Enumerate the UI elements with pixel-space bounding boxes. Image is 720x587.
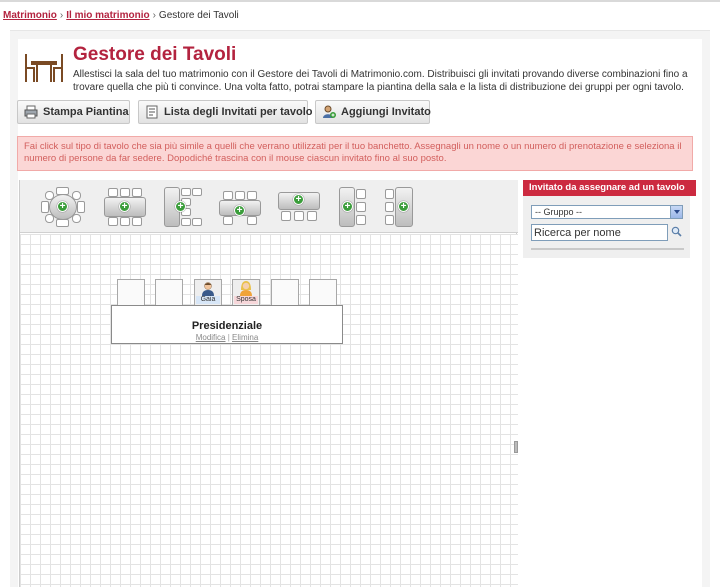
table-actions: Modifica | Elimina	[112, 333, 342, 342]
guest-label: Gaia	[196, 296, 220, 304]
chair-slot[interactable]	[271, 279, 299, 306]
instructions-alert: Fai click sul tipo di tavolo che sia più…	[17, 136, 693, 171]
breadcrumb-separator: ›	[59, 10, 64, 21]
table-chairs-icon	[25, 54, 63, 82]
add-user-icon	[322, 105, 336, 119]
sidebar-divider	[531, 248, 684, 250]
chair-slot[interactable]	[155, 279, 183, 306]
chair-slot[interactable]: Sposa	[232, 279, 260, 306]
single-side-table-icon[interactable]: +	[337, 187, 367, 227]
resize-handle[interactable]	[514, 441, 518, 453]
guest-list-per-table-button[interactable]: Lista degli Invitati per tavolo	[138, 100, 313, 124]
list-icon	[145, 105, 159, 119]
search-icon[interactable]	[671, 226, 682, 237]
presidential-table[interactable]: Presidenziale Modifica | Elimina	[111, 305, 343, 344]
vertical-table-icon[interactable]: +	[163, 187, 203, 227]
add-guest-button[interactable]: Aggiungi Invitato	[315, 100, 431, 124]
print-floorplan-label: Stampa Piantina	[43, 106, 129, 118]
double-side-table-icon[interactable]: +	[385, 187, 415, 227]
breadcrumb-link-matrimonio[interactable]: Matrimonio	[3, 10, 57, 21]
group-select-value: -- Gruppo --	[535, 207, 583, 217]
guest-list-per-table-label: Lista degli Invitati per tavolo	[164, 106, 313, 118]
add-guest-label: Aggiungi Invitato	[341, 106, 431, 118]
breadcrumb-separator: ›	[152, 10, 156, 21]
page-title: Gestore dei Tavoli	[73, 44, 237, 65]
floorplan-grid[interactable]	[20, 234, 518, 587]
delete-table-link[interactable]: Elimina	[232, 333, 258, 342]
print-floorplan-button[interactable]: Stampa Piantina	[17, 100, 130, 124]
chevron-down-icon[interactable]	[670, 206, 682, 218]
chair-slot[interactable]: Gaia	[194, 279, 222, 306]
breadcrumb: Matrimonio › Il mio matrimonio › Gestore dei…	[3, 10, 239, 21]
table-name: Presidenziale	[191, 320, 263, 332]
guest-label: Sposa	[234, 296, 258, 304]
round-table-icon[interactable]: +	[41, 187, 85, 227]
guest-search-input[interactable]	[531, 224, 668, 241]
page-description: Allestisci la sala del tuo matrimonio co…	[73, 69, 688, 93]
breadcrumb-current: Gestore dei Tavoli	[158, 10, 239, 21]
group-select[interactable]: -- Gruppo --	[531, 205, 683, 219]
breadcrumb-link-il-mio-matrimonio[interactable]: Il mio matrimonio	[66, 10, 149, 21]
chair-slot[interactable]	[117, 279, 145, 306]
square-table-icon[interactable]: +	[104, 187, 146, 227]
floorplan-workspace: + + + + + + +	[19, 180, 518, 587]
printer-icon	[24, 105, 38, 119]
top-divider	[0, 0, 720, 2]
table-type-palette: + + + + + + +	[20, 180, 518, 233]
groom-avatar-icon	[202, 282, 214, 296]
edit-table-link[interactable]: Modifica	[196, 333, 226, 342]
rectangular-table-icon[interactable]: +	[219, 187, 261, 227]
bride-avatar-icon	[240, 281, 252, 296]
unassigned-guests-header: Invitato da assegnare ad un tavolo	[523, 180, 696, 196]
chair-slot[interactable]	[309, 279, 337, 306]
long-table-icon[interactable]: +	[278, 187, 320, 227]
